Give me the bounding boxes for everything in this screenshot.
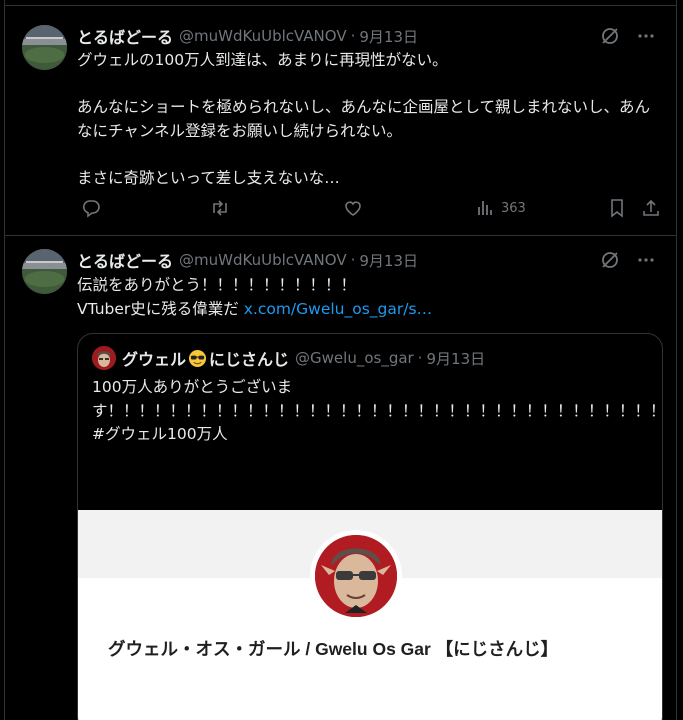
tweet-paragraph <box>77 73 662 97</box>
tweet-paragraph: まさに奇跡といって差し支えないな… <box>77 168 340 187</box>
channel-avatar <box>310 530 402 622</box>
tweet-text: 伝説をありがとう！！！！！！！！！！ VTuber史に残る偉業だ x.com/G… <box>77 274 662 321</box>
tweet-header: とるばどーる @muWdKuUblcVANOV · 9月13日 <box>77 249 664 271</box>
display-name[interactable]: とるばどーる <box>77 24 173 48</box>
quoted-display-name-suffix[interactable]: にじさんじ <box>209 346 289 370</box>
bookmark-button[interactable] <box>607 198 627 218</box>
views-button[interactable]: 363 <box>475 198 526 218</box>
quoted-tweet-header: グウェル にじさんじ @Gwelu_os_gar · 9月13日 <box>92 346 485 370</box>
more-icon[interactable] <box>636 26 656 46</box>
grok-icon[interactable] <box>600 26 620 46</box>
like-button[interactable] <box>343 198 363 218</box>
tweet[interactable]: とるばどーる @muWdKuUblcVANOV · 9月13日 伝説をありがとう… <box>5 237 676 720</box>
quoted-tweet-text: 100万人ありがとうございます！！！！！！！！！！！！！！！！！！！！！！！！！… <box>92 376 662 447</box>
heart-icon <box>345 201 361 216</box>
separator: · <box>350 251 356 269</box>
retweet-button[interactable] <box>209 198 231 218</box>
tweet-link[interactable]: x.com/Gwelu_os_gar/s… <box>244 300 432 318</box>
tweet-date[interactable]: 9月13日 <box>359 250 418 271</box>
quoted-display-name[interactable]: グウェル <box>122 346 186 370</box>
quoted-tweet-date[interactable]: 9月13日 <box>426 348 485 369</box>
sunglasses-emoji-icon <box>188 349 207 368</box>
retweet-icon <box>213 200 227 216</box>
tweet[interactable]: とるばどーる @muWdKuUblcVANOV · 9月13日 グウェルの100… <box>5 6 676 236</box>
hashtag[interactable]: #グウェル100万人 <box>92 423 642 447</box>
link-card[interactable]: グウェル・オス・ガール / Gwelu Os Gar 【にじさんじ】 <box>78 510 662 720</box>
separator: · <box>350 27 356 45</box>
tweet-date[interactable]: 9月13日 <box>359 26 418 47</box>
separator: · <box>417 349 423 367</box>
reply-icon <box>82 200 100 218</box>
stadium-avatar-image <box>22 249 67 294</box>
view-count: 363 <box>501 200 526 216</box>
more-icon[interactable] <box>636 250 656 270</box>
tweet-paragraph: グウェルの100万人到達は、あまりに再現性がない。 <box>77 51 448 69</box>
quoted-user-handle[interactable]: @Gwelu_os_gar <box>295 349 414 367</box>
tweet-paragraph: あんなにショートを極められないし、あんなに企画屋として親しまれないし、あんなにチ… <box>77 98 651 140</box>
quoted-tweet-body: 100万人ありがとうございます！！！！！！！！！！！！！！！！！！！！！！！！！… <box>92 378 662 420</box>
tweet-paragraph: VTuber史に残る偉業だ x.com/Gwelu_os_gar/s… <box>77 298 662 322</box>
tweet-text: グウェルの100万人到達は、あまりに再現性がない。 あんなにショートを極められな… <box>77 49 662 190</box>
reply-button[interactable] <box>81 198 101 218</box>
tweet-paragraph: 伝説をありがとう！！！！！！！！！！ <box>77 276 357 294</box>
tweet-paragraph <box>77 143 662 167</box>
share-icon <box>643 199 659 216</box>
tweet-actions: 363 <box>77 198 659 222</box>
user-handle[interactable]: @muWdKuUblcVANOV <box>179 27 347 45</box>
tweet-header: とるばどーる @muWdKuUblcVANOV · 9月13日 <box>77 25 664 47</box>
avatar[interactable] <box>92 346 116 370</box>
views-icon <box>478 201 492 215</box>
stadium-avatar-image <box>22 25 67 70</box>
share-button[interactable] <box>641 198 661 218</box>
timeline: とるばどーる @muWdKuUblcVANOV · 9月13日 グウェルの100… <box>4 0 677 720</box>
user-handle[interactable]: @muWdKuUblcVANOV <box>179 251 347 269</box>
bookmark-icon <box>611 199 623 218</box>
grok-icon[interactable] <box>600 250 620 270</box>
display-name[interactable]: とるばどーる <box>77 248 173 272</box>
tweet-text-prefix: VTuber史に残る偉業だ <box>77 299 244 318</box>
character-portrait-image <box>315 535 397 617</box>
character-avatar-image <box>92 346 116 370</box>
card-title: グウェル・オス・ガール / Gwelu Os Gar 【にじさんじ】 <box>108 639 559 659</box>
quoted-tweet[interactable]: グウェル にじさんじ @Gwelu_os_gar · 9月13日 100万人あり… <box>77 333 663 720</box>
avatar[interactable] <box>22 25 67 70</box>
avatar[interactable] <box>22 249 67 294</box>
